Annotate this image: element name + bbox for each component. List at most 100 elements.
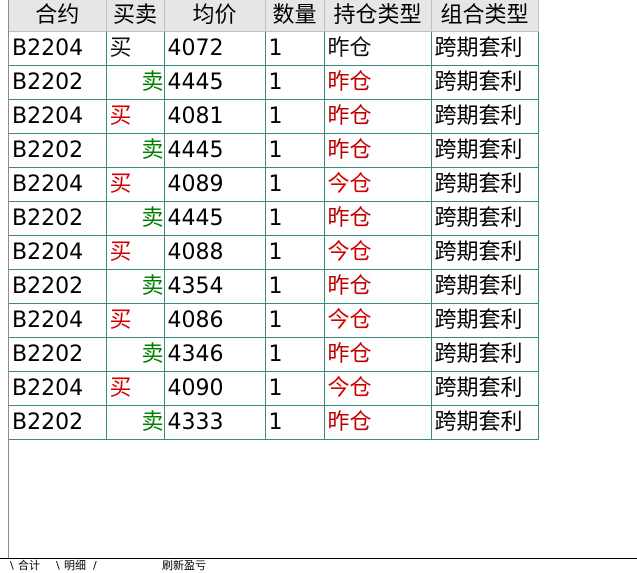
cell-position-type[interactable]: 昨仓 [324,337,432,372]
cell-quantity[interactable]: 1 [265,99,325,134]
cell-contract[interactable]: B2202 [9,337,107,372]
cell-avg-price[interactable]: 4086 [164,303,266,338]
cell-combo-type[interactable]: 跨期套利 [431,201,539,236]
cell-combo-type[interactable]: 跨期套利 [431,405,539,440]
tab-divider: / [93,559,97,572]
cell-contract[interactable]: B2202 [9,405,107,440]
table-row[interactable]: B2202 卖 4445 1 昨仓 跨期套利 [9,65,539,100]
cell-side[interactable]: 买 [106,167,165,202]
cell-position-type[interactable]: 昨仓 [324,99,432,134]
cell-avg-price[interactable]: 4445 [164,133,266,168]
cell-side[interactable]: 买 [106,99,165,134]
tab-divider: \ [10,559,14,572]
cell-side[interactable]: 买 [106,31,165,66]
col-header-side[interactable]: 买卖 [106,0,165,32]
table-row[interactable]: B2204 买 4089 1 今仓 跨期套利 [9,167,539,202]
col-header-quantity[interactable]: 数量 [265,0,325,32]
cell-combo-type[interactable]: 跨期套利 [431,235,539,270]
cell-quantity[interactable]: 1 [265,337,325,372]
cell-position-type[interactable]: 昨仓 [324,201,432,236]
cell-combo-type[interactable]: 跨期套利 [431,371,539,406]
cell-avg-price[interactable]: 4072 [164,31,266,66]
cell-position-type[interactable]: 昨仓 [324,65,432,100]
cell-position-type[interactable]: 昨仓 [324,31,432,66]
cell-quantity[interactable]: 1 [265,133,325,168]
cell-combo-type[interactable]: 跨期套利 [431,167,539,202]
col-header-combo-type[interactable]: 组合类型 [431,0,539,32]
cell-avg-price[interactable]: 4445 [164,201,266,236]
cell-quantity[interactable]: 1 [265,405,325,440]
cell-quantity[interactable]: 1 [265,235,325,270]
cell-position-type[interactable]: 昨仓 [324,405,432,440]
cell-position-type[interactable]: 今仓 [324,303,432,338]
cell-quantity[interactable]: 1 [265,31,325,66]
cell-avg-price[interactable]: 4346 [164,337,266,372]
cell-combo-type[interactable]: 跨期套利 [431,99,539,134]
cell-side[interactable]: 买 [106,235,165,270]
cell-avg-price[interactable]: 4081 [164,99,266,134]
tab-detail[interactable]: 明细 [64,559,86,573]
cell-avg-price[interactable]: 4090 [164,371,266,406]
cell-contract[interactable]: B2202 [9,269,107,304]
col-header-contract[interactable]: 合约 [9,0,107,32]
cell-contract[interactable]: B2202 [9,201,107,236]
sheet-tab-bar: \ 合计 \ 明细 / 刷新盈亏 [0,558,637,573]
cell-combo-type[interactable]: 跨期套利 [431,65,539,100]
table-row[interactable]: B2204 买 4088 1 今仓 跨期套利 [9,235,539,270]
cell-quantity[interactable]: 1 [265,201,325,236]
table-row[interactable]: B2204 买 4090 1 今仓 跨期套利 [9,371,539,406]
cell-combo-type[interactable]: 跨期套利 [431,269,539,304]
refresh-pnl-button[interactable]: 刷新盈亏 [162,559,206,572]
table-row[interactable]: B2204 买 4086 1 今仓 跨期套利 [9,303,539,338]
cell-combo-type[interactable]: 跨期套利 [431,31,539,66]
cell-avg-price[interactable]: 4089 [164,167,266,202]
cell-avg-price[interactable]: 4333 [164,405,266,440]
tab-divider: \ [56,559,60,572]
cell-side[interactable]: 卖 [106,133,165,168]
table-row[interactable]: B2204 买 4081 1 昨仓 跨期套利 [9,99,539,134]
table-row[interactable]: B2202 卖 4354 1 昨仓 跨期套利 [9,269,539,304]
cell-position-type[interactable]: 今仓 [324,167,432,202]
cell-side[interactable]: 买 [106,371,165,406]
cell-contract[interactable]: B2204 [9,303,107,338]
cell-combo-type[interactable]: 跨期套利 [431,337,539,372]
cell-contract[interactable]: B2204 [9,99,107,134]
cell-quantity[interactable]: 1 [265,167,325,202]
cell-contract[interactable]: B2204 [9,235,107,270]
cell-position-type[interactable]: 昨仓 [324,133,432,168]
cell-position-type[interactable]: 昨仓 [324,269,432,304]
cell-contract[interactable]: B2202 [9,133,107,168]
positions-table: 合约 买卖 均价 数量 持仓类型 组合类型 B2204 买 4072 1 昨仓 跨期套利 B… [9,0,539,440]
cell-combo-type[interactable]: 跨期套利 [431,133,539,168]
tab-summary[interactable]: 合计 [18,559,40,573]
col-header-avg-price[interactable]: 均价 [164,0,266,32]
cell-combo-type[interactable]: 跨期套利 [431,303,539,338]
table-row[interactable]: B2202 卖 4333 1 昨仓 跨期套利 [9,405,539,440]
cell-side[interactable]: 卖 [106,201,165,236]
cell-contract[interactable]: B2202 [9,65,107,100]
cell-avg-price[interactable]: 4354 [164,269,266,304]
header-row: 合约 买卖 均价 数量 持仓类型 组合类型 [9,0,539,32]
table-row[interactable]: B2202 卖 4445 1 昨仓 跨期套利 [9,201,539,236]
cell-quantity[interactable]: 1 [265,269,325,304]
cell-quantity[interactable]: 1 [265,65,325,100]
table-row[interactable]: B2202 卖 4346 1 昨仓 跨期套利 [9,337,539,372]
cell-position-type[interactable]: 今仓 [324,371,432,406]
cell-avg-price[interactable]: 4088 [164,235,266,270]
table-row[interactable]: B2204 买 4072 1 昨仓 跨期套利 [9,31,539,66]
cell-position-type[interactable]: 今仓 [324,235,432,270]
cell-side[interactable]: 买 [106,303,165,338]
col-header-position-type[interactable]: 持仓类型 [324,0,432,32]
cell-contract[interactable]: B2204 [9,371,107,406]
cell-quantity[interactable]: 1 [265,371,325,406]
cell-avg-price[interactable]: 4445 [164,65,266,100]
cell-contract[interactable]: B2204 [9,167,107,202]
cell-quantity[interactable]: 1 [265,303,325,338]
cell-side[interactable]: 卖 [106,269,165,304]
table-row[interactable]: B2202 卖 4445 1 昨仓 跨期套利 [9,133,539,168]
cell-side[interactable]: 卖 [106,65,165,100]
cell-contract[interactable]: B2204 [9,31,107,66]
positions-grid[interactable]: 合约 买卖 均价 数量 持仓类型 组合类型 B2204 买 4072 1 昨仓 跨期套利 B… [8,0,637,558]
cell-side[interactable]: 卖 [106,405,165,440]
cell-side[interactable]: 卖 [106,337,165,372]
